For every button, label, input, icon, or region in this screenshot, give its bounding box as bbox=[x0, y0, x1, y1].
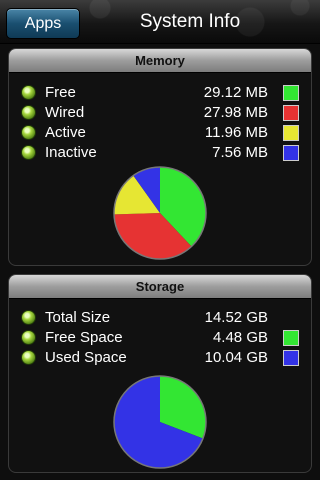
status-dot-icon bbox=[21, 125, 36, 140]
status-dot-icon bbox=[21, 105, 36, 120]
memory-wired-swatch bbox=[283, 105, 299, 121]
memory-active-swatch bbox=[283, 125, 299, 141]
memory-row-free: Free 29.12 MB bbox=[9, 83, 311, 103]
memory-inactive-swatch bbox=[283, 145, 299, 161]
memory-active-label: Active bbox=[45, 124, 86, 141]
status-dot-icon bbox=[21, 310, 36, 325]
storage-row-free: Free Space 4.48 GB bbox=[9, 328, 311, 348]
memory-active-value: 11.96 MB bbox=[204, 124, 268, 141]
memory-row-inactive: Inactive 7.56 MB bbox=[9, 143, 311, 163]
memory-inactive-label: Inactive bbox=[45, 144, 97, 161]
memory-wired-value: 27.98 MB bbox=[203, 104, 268, 121]
storage-total-value: 14.52 GB bbox=[204, 309, 268, 326]
storage-row-total: Total Size 14.52 GB bbox=[9, 308, 311, 328]
memory-row-wired: Wired 27.98 MB bbox=[9, 103, 311, 123]
memory-free-value: 29.12 MB bbox=[203, 84, 268, 101]
memory-free-label: Free bbox=[45, 84, 76, 101]
memory-inactive-value: 7.56 MB bbox=[212, 144, 268, 161]
storage-row-used: Used Space 10.04 GB bbox=[9, 348, 311, 368]
memory-free-swatch bbox=[283, 85, 299, 101]
memory-panel: Memory Free 29.12 MB Wired 27.98 MB Acti… bbox=[8, 48, 312, 266]
status-dot-icon bbox=[21, 85, 36, 100]
status-dot-icon bbox=[21, 330, 36, 345]
storage-total-label: Total Size bbox=[45, 309, 111, 326]
status-dot-icon bbox=[21, 145, 36, 160]
storage-pie-chart bbox=[113, 375, 207, 469]
navigation-bar: Apps System Info bbox=[0, 0, 320, 44]
storage-used-value: 10.04 GB bbox=[204, 349, 268, 366]
page-title: System Info bbox=[139, 11, 241, 32]
memory-pie-chart bbox=[113, 166, 207, 260]
storage-used-swatch bbox=[283, 350, 299, 366]
storage-used-label: Used Space bbox=[45, 349, 127, 366]
memory-header: Memory bbox=[9, 49, 311, 73]
storage-header: Storage bbox=[9, 275, 311, 299]
storage-panel: Storage Total Size 14.52 GB Free Space 4… bbox=[8, 274, 312, 473]
memory-wired-label: Wired bbox=[45, 104, 85, 121]
memory-row-active: Active 11.96 MB bbox=[9, 123, 311, 143]
storage-free-value: 4.48 GB bbox=[212, 329, 268, 346]
storage-free-swatch bbox=[283, 330, 299, 346]
apps-back-button[interactable]: Apps bbox=[6, 8, 80, 39]
storage-free-label: Free Space bbox=[45, 329, 123, 346]
status-dot-icon bbox=[21, 350, 36, 365]
